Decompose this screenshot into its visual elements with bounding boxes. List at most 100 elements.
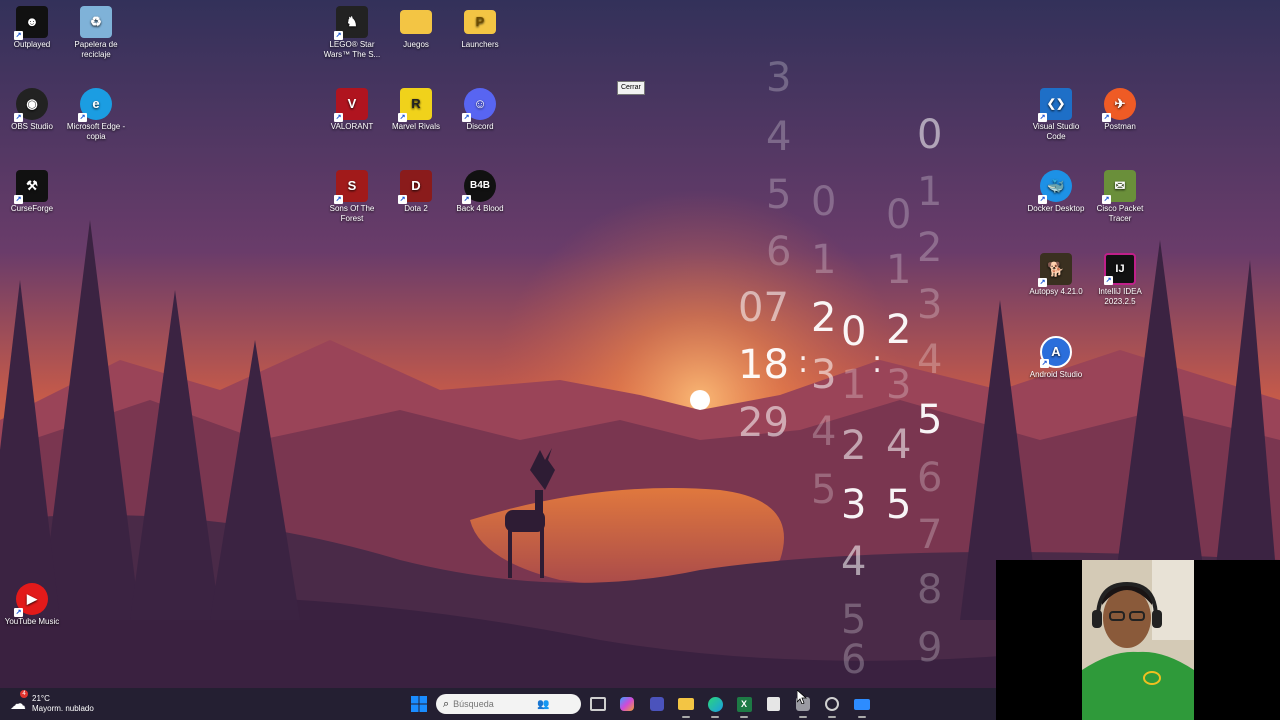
desktop-icon-label: Papelera de reciclaje [74,40,118,59]
edge-button[interactable] [705,694,725,714]
teams-icon [650,697,664,711]
weather-widget[interactable]: ☁ 4 21°C Mayorm. nublado [10,690,94,714]
clock-second-tens-digit: 3 [886,362,912,408]
excel-button[interactable]: X [734,694,754,714]
folder-icon [400,10,432,34]
marvel-rivals-icon: R ↗ [398,88,432,122]
desktop-icon-youtube-music[interactable]: ▶ ↗ YouTube Music [0,583,64,627]
discord-icon: ☺ ↗ [462,88,496,122]
desktop-icon-label: Juegos [403,40,429,49]
cloud-icon: ☁ 4 [10,690,28,713]
desktop-icon-outplayed[interactable]: ☻ ↗ Outplayed [0,6,64,50]
clock-hour-digit: 5 [766,172,792,218]
search-input[interactable] [453,699,534,709]
clock-hour-digit: 4 [766,114,792,160]
desktop-icon-intellij-idea[interactable]: IJ ↗ IntelliJ IDEA 2023.2.5 [1088,253,1152,307]
autopsy-icon: 🐕 ↗ [1038,253,1072,287]
clock-minute-ones-digit: 4 [841,539,867,585]
start-button[interactable] [409,694,429,714]
clock-minute-ones-digit: 2 [841,423,867,469]
postman-icon: ✈ ↗ [1102,88,1136,122]
clock-hour-digit: 6 [766,229,792,275]
folder-icon [678,698,694,710]
desktop-icon-label: Cisco Packet Tracer [1096,204,1144,223]
notepad-button[interactable] [763,694,783,714]
edge-icon: e ↗ [78,88,112,122]
webcam-overlay [996,560,1280,720]
desktop-icon-label: VALORANT [330,122,374,131]
clock-second-ones-digit: 1 [917,169,943,215]
desktop-icon-obs-studio[interactable]: ◉ ↗ OBS Studio [0,88,64,132]
clock-second-tens-digit: 0 [886,192,912,238]
desktop-icon-label: Docker Desktop [1027,204,1085,213]
desktop-icon-valorant[interactable]: V ↗ VALORANT [320,88,384,132]
copilot-button[interactable] [617,694,637,714]
taskbar-search[interactable]: ⌕ 👥 [436,694,581,714]
clock-second-tens-digit: 2 [886,307,912,353]
desktop-icon-launchers-folder[interactable]: P Launchers [448,6,512,50]
clock-minute-tens-digit: 1 [811,237,837,283]
clock-second-tens-digit: 5 [886,482,912,528]
clock-minute-tens-digit: 5 [811,467,837,513]
clock-second-ones-digit: 6 [917,455,943,501]
task-view-icon [590,697,606,711]
vscode-icon: ❮❯ ↗ [1038,88,1072,122]
lego-star-wars-icon: ♞ ↗ [334,6,368,40]
sons-of-the-forest-icon: S ↗ [334,170,368,204]
clock-minute-ones-digit: 3 [841,482,867,528]
intellij-icon: IJ ↗ [1104,253,1136,285]
desktop-icon-label: Marvel Rivals [391,122,440,131]
clock-second-tens-digit: 6 [841,637,867,683]
teams-button[interactable] [647,694,667,714]
clock-second-ones-digit: 5 [917,397,943,443]
desktop-icon-label: Dota 2 [404,204,428,213]
zoom-button[interactable] [852,694,872,714]
desktop-icon-label: Sons Of The Forest [329,204,375,223]
clock-second-tens-digit: 4 [886,422,912,468]
desktop-icon-label: OBS Studio [11,122,53,131]
desktop-icon-dota-2[interactable]: D ↗ Dota 2 [384,170,448,214]
valorant-icon: V ↗ [334,88,368,122]
running-indicator [828,716,836,718]
clock-second-ones-digit: 8 [917,567,943,613]
desktop-icon-marvel-rivals[interactable]: R ↗ Marvel Rivals [384,88,448,132]
video-camera-icon [854,698,870,710]
folder-icon: P [464,10,496,34]
copilot-icon [620,697,634,711]
desktop-icon-lego-star-wars[interactable]: ♞ ↗ LEGO® Star Wars™ The S... [320,6,384,60]
running-indicator [799,716,807,718]
desktop-icon-juegos-folder[interactable]: Juegos [384,6,448,50]
desktop-icon-postman[interactable]: ✈ ↗ Postman [1088,88,1152,132]
desktop-icon-discord[interactable]: ☺ ↗ Discord [448,88,512,132]
youtube-music-icon: ▶ ↗ [14,583,48,617]
clock-second-ones-digit: 9 [917,625,943,671]
desktop-icon-vscode[interactable]: ❮❯ ↗ Visual Studio Code [1024,88,1088,142]
desktop-icon-docker-desktop[interactable]: 🐳 ↗ Docker Desktop [1024,170,1088,214]
desktop-icon-autopsy[interactable]: 🐕 ↗ Autopsy 4.21.0 [1024,253,1088,297]
file-explorer-button[interactable] [676,694,696,714]
back-4-blood-icon: B4B ↗ [462,170,496,204]
desktop-icon-label: Microsoft Edge - copia [66,122,126,141]
desktop-icon-back-4-blood[interactable]: B4B ↗ Back 4 Blood [448,170,512,214]
task-view-button[interactable] [588,694,608,714]
presenter-figure [1082,560,1194,720]
clock-minute-ones-digit: 0 [841,309,867,355]
desktop-icon-curseforge[interactable]: ⚒ ↗ CurseForge [0,170,64,214]
desktop-icon-cisco-packet-tracer[interactable]: ✉ ↗ Cisco Packet Tracer [1088,170,1152,224]
desktop-icon-edge-copy[interactable]: e ↗ Microsoft Edge - copia [64,88,128,142]
running-indicator [711,716,719,718]
desktop-icon-recycle-bin[interactable]: ♻ Papelera de reciclaje [64,6,128,60]
clock-hour-digit: 29 [738,400,789,446]
desktop-icon-label: Postman [1104,122,1136,131]
weather-temperature: 21°C [32,694,50,703]
close-tooltip: Cerrar [617,81,645,95]
clock-second-ones-digit: 4 [917,337,943,383]
clock-hour: 18 [738,342,789,388]
desktop-icon-android-studio[interactable]: A ↗ Android Studio [1024,336,1088,380]
clock-minute-ones-digit: 1 [841,362,867,408]
app-button-gauge[interactable] [822,694,842,714]
desktop-icon-label: Outplayed [13,40,51,49]
desktop-icon-sons-of-the-forest[interactable]: S ↗ Sons Of The Forest [320,170,384,224]
clock-minute-tens-digit: 4 [811,409,837,455]
desktop-icon-label: Autopsy 4.21.0 [1029,287,1083,296]
